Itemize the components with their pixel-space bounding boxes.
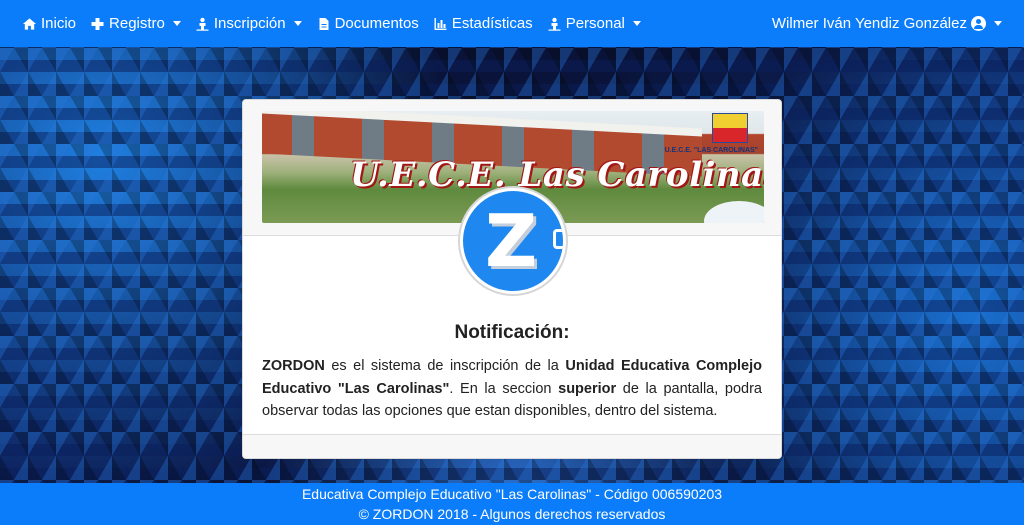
notification-card: U.E.C.E. "LAS CAROLINAS" U.E.C.E. Las Ca… xyxy=(242,99,782,459)
banner-title: U.E.C.E. Las Carolinas xyxy=(350,155,764,195)
nav-estadisticas-label: Estadísticas xyxy=(451,15,533,32)
nav-documentos-label: Documentos xyxy=(334,15,419,32)
chevron-down-icon xyxy=(994,21,1002,26)
user-circle-icon xyxy=(971,16,986,31)
emphasis-superior: superior xyxy=(558,380,617,397)
nav-inicio-label: Inicio xyxy=(41,15,77,32)
nav-inscripcion[interactable]: Inscripción xyxy=(195,15,302,32)
chevron-down-icon xyxy=(293,21,302,26)
footer-line-1: Educativa Complejo Educativo "Las Caroli… xyxy=(301,486,723,502)
file-icon xyxy=(319,17,329,30)
plus-icon xyxy=(91,17,104,30)
text-part: . En la seccion xyxy=(449,380,559,397)
bar-chart-icon xyxy=(434,17,447,30)
banner-swoosh xyxy=(704,201,764,223)
zordon-logo-letter: Z xyxy=(485,199,538,283)
zordon-logo-mark xyxy=(553,229,563,249)
nav-documentos[interactable]: Documentos xyxy=(316,15,419,32)
person-icon xyxy=(196,17,209,31)
page-footer: Educativa Complejo Educativo "Las Caroli… xyxy=(0,483,1024,525)
zordon-logo: Z xyxy=(458,186,568,296)
card-footer xyxy=(243,434,781,458)
chevron-down-icon xyxy=(172,21,181,26)
nav-registro-label: Registro xyxy=(109,15,165,32)
nav-personal[interactable]: Personal xyxy=(547,15,641,32)
zordon-logo-circle: Z xyxy=(463,191,563,291)
text-part: es el sistema de inscripción de la xyxy=(324,358,566,374)
school-crest-icon xyxy=(712,113,748,143)
chevron-down-icon xyxy=(632,21,641,26)
nav-estadisticas[interactable]: Estadísticas xyxy=(433,15,533,32)
home-icon xyxy=(22,17,37,30)
user-menu[interactable]: Wilmer Iván Yendiz González xyxy=(772,15,1002,32)
nav-personal-label: Personal xyxy=(565,15,625,32)
notification-title: Notificación: xyxy=(454,322,570,343)
person-icon xyxy=(548,17,561,31)
nav-registro[interactable]: Registro xyxy=(90,15,181,32)
system-name: ZORDON xyxy=(262,358,325,374)
navbar: Inicio Registro Inscripción Documentos E… xyxy=(0,0,1024,47)
card-header: U.E.C.E. "LAS CAROLINAS" U.E.C.E. Las Ca… xyxy=(243,100,781,296)
nav-inicio[interactable]: Inicio xyxy=(22,15,76,32)
crest-label: U.E.C.E. "LAS CAROLINAS" xyxy=(664,147,758,154)
footer-copyright: © ZORDON 2018 - Algunos derechos reserva… xyxy=(358,506,666,522)
nav-inscripcion-label: Inscripción xyxy=(213,15,286,32)
card-body: Notificación: ZORDON es el sistema de in… xyxy=(243,322,781,423)
notification-text: ZORDON es el sistema de inscripción de l… xyxy=(262,355,762,423)
user-name: Wilmer Iván Yendiz González xyxy=(771,15,967,32)
